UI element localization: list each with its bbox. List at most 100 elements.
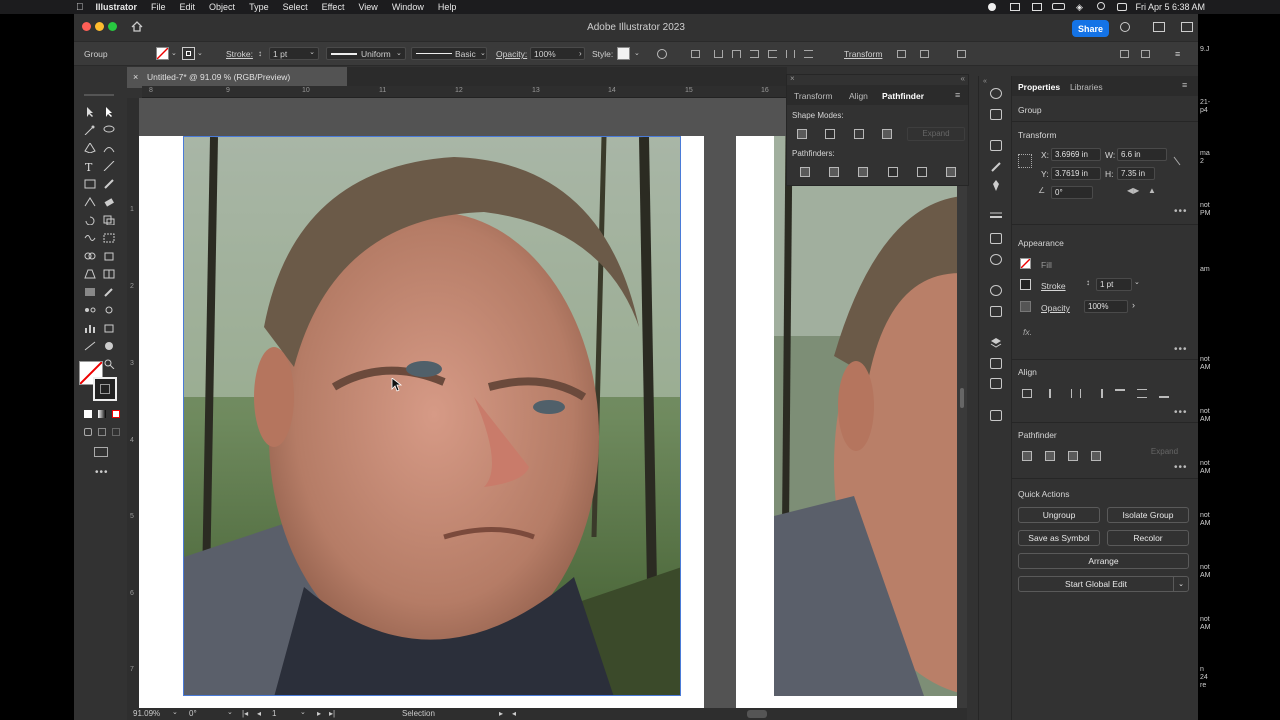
selection-tool-icon[interactable] [84,107,96,117]
trim-icon[interactable] [829,167,839,177]
flip-vertical-icon[interactable]: ▲ [1148,186,1156,195]
draw-inside-icon[interactable] [112,428,120,436]
stroke-icon[interactable] [990,211,1002,222]
document-tab[interactable]: × Untitled-7* @ 91.09 % (RGB/Preview) [127,67,347,88]
share-button[interactable]: Share [1072,20,1109,37]
opacity-field[interactable]: 100% [530,47,585,60]
first-artboard-icon[interactable]: |◂ [242,709,248,718]
intersect-icon[interactable] [854,129,864,139]
tab-pathfinder[interactable]: Pathfinder [882,91,924,101]
close-tab-icon[interactable]: × [133,72,138,82]
perspective-grid-icon[interactable] [84,269,96,279]
flip-horizontal-icon[interactable]: ◀▶ [1127,186,1139,195]
stepper-icon[interactable]: ↕ [258,49,262,58]
chevron-down-icon[interactable]: ⌄ [1134,278,1140,286]
color-guide-icon[interactable] [990,88,1002,99]
w-input[interactable]: 6.6 in [1117,148,1167,161]
start-global-edit-button[interactable]: Start Global Edit [1018,576,1174,592]
scroll-thumb[interactable] [960,388,964,408]
menu-help[interactable]: Help [438,2,457,12]
gradient-tool-icon[interactable] [84,287,96,297]
close-panel-icon[interactable]: × [790,74,795,83]
symbol-sprayer-icon[interactable] [103,305,115,315]
align-center-icon[interactable] [732,50,741,58]
horizontal-scroll-thumb[interactable] [747,710,767,718]
gradient-mode-icon[interactable] [98,410,106,418]
menu-window[interactable]: Window [392,2,424,12]
align-horizontal-center-icon[interactable] [1071,389,1081,398]
none-mode-icon[interactable] [112,410,120,418]
blend-tool-icon[interactable] [84,305,96,315]
arrange-button[interactable]: Arrange [1018,553,1189,569]
artboard-tool-icon[interactable] [103,323,115,333]
brushes-icon[interactable] [990,161,1002,172]
brush-definition[interactable]: Basic [411,47,487,60]
more-options-icon[interactable] [1141,50,1150,58]
scale-tool-icon[interactable] [103,215,115,226]
intersect-icon[interactable] [1068,451,1078,461]
artboard-1[interactable] [139,136,704,708]
chevron-down-icon[interactable]: ⌄ [197,49,203,57]
transform-link[interactable]: Transform [844,49,882,59]
menu-type[interactable]: Type [249,2,269,12]
search-icon[interactable] [1120,22,1130,32]
chevron-down-icon[interactable]: ⌄ [396,49,402,57]
isolate-icon[interactable] [897,50,906,58]
menu-file[interactable]: File [151,2,166,12]
rotate-tool-icon[interactable] [84,215,96,226]
minus-back-icon[interactable] [946,167,956,177]
isolate-group-button[interactable]: Isolate Group [1107,507,1189,523]
align-left-icon[interactable] [1049,389,1059,398]
artboard-2[interactable] [736,136,967,708]
align-top-icon[interactable] [768,50,777,58]
panel-menu-icon[interactable]: ≡ [955,90,960,100]
document-info-icon[interactable] [990,109,1002,120]
stepper-icon[interactable]: ↕ [1086,278,1090,287]
merge-icon[interactable] [858,167,868,177]
menu-view[interactable]: View [358,2,377,12]
shaper-tool-icon[interactable] [84,197,96,207]
paintbrush-tool-icon[interactable] [103,179,115,189]
curvature-tool-icon[interactable] [103,143,115,153]
align-bottom-icon[interactable] [1159,389,1169,398]
vertical-scrollbar[interactable] [957,98,967,708]
recolor-icon[interactable] [657,49,667,59]
printer-icon[interactable] [1010,3,1020,11]
more-options-icon[interactable]: ••• [1174,407,1188,418]
fill-swatch-icon[interactable] [1020,258,1031,269]
direct-selection-tool-icon[interactable] [103,107,115,117]
align-top-icon[interactable] [1115,389,1125,398]
wifi-icon[interactable]: ◈ [1076,2,1083,13]
chevron-down-icon[interactable]: ⌄ [634,49,640,57]
reference-point-icon[interactable] [1018,154,1032,168]
fill-swatch[interactable] [156,47,169,60]
arrange-icon[interactable] [1120,50,1129,58]
free-transform-icon[interactable] [103,233,115,243]
menu-app-name[interactable]: Illustrator [96,2,138,12]
status-menu-icon[interactable]: ▸ [499,709,503,718]
chevron-down-icon[interactable]: ⌄ [300,708,306,716]
opacity-label[interactable]: Opacity [1041,303,1070,313]
align-left-icon[interactable] [714,50,723,58]
outline-icon[interactable] [917,167,927,177]
tab-libraries[interactable]: Libraries [1070,82,1103,92]
apple-icon[interactable]:  [76,2,84,13]
exclude-icon[interactable] [882,129,892,139]
chevron-right-icon[interactable]: › [579,49,582,58]
align-right-icon[interactable] [750,50,759,58]
layers-icon[interactable] [990,337,1002,348]
zoom-level-field[interactable]: 91.09% [133,709,160,718]
more-options-icon[interactable]: ••• [1174,462,1188,473]
duplicate-photo[interactable] [774,136,967,696]
live-paint-icon[interactable] [103,251,115,261]
more-options-icon[interactable]: ••• [1174,206,1188,217]
align-to-icon[interactable] [691,50,700,58]
pen-tool-icon[interactable] [84,142,96,154]
eraser-tool-icon[interactable] [103,197,115,207]
chevron-down-icon[interactable]: ⌄ [172,708,178,716]
menu-object[interactable]: Object [209,2,235,12]
opacity-input[interactable]: 100% [1084,300,1128,313]
magic-wand-icon[interactable] [84,125,96,136]
artboards-icon[interactable] [990,378,1002,389]
variable-width-profile[interactable]: Uniform [326,47,406,60]
